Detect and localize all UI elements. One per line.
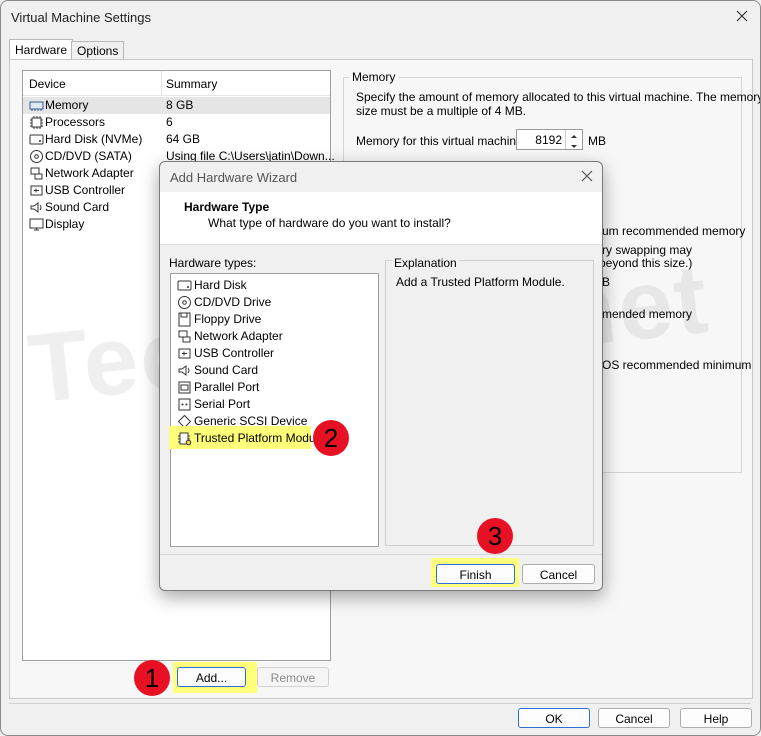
hardware-type-label: CD/DVD Drive [194, 295, 272, 309]
ok-button[interactable]: OK [518, 708, 590, 728]
column-header-device[interactable]: Device [29, 77, 66, 91]
wizard-header: Hardware Type What type of hardware do y… [160, 192, 602, 245]
wizard-cancel-button[interactable]: Cancel [522, 564, 595, 584]
sound-card-icon [178, 365, 190, 376]
device-name: Memory [45, 98, 89, 112]
wizard-divider [160, 554, 602, 555]
network-adapter-icon [178, 330, 191, 343]
column-header-summary[interactable]: Summary [166, 77, 217, 91]
tab-hardware[interactable]: Hardware [9, 39, 74, 61]
device-summary: 64 GB [166, 132, 201, 146]
explanation-box [385, 260, 594, 546]
spin-down-button[interactable] [565, 140, 582, 149]
device-row-memory[interactable]: Memory 8 GB [23, 97, 330, 114]
cancel-button[interactable]: Cancel [598, 708, 670, 728]
hardware-type-label: USB Controller [194, 346, 275, 360]
device-summary: 6 [166, 115, 173, 129]
hardware-types-list[interactable]: Hard Disk CD/DVD Drive Floppy Drive Netw… [169, 273, 379, 547]
callout-badge-1: 1 [134, 660, 170, 696]
memory-spinbox[interactable]: 8192 [516, 129, 583, 150]
sound-card-icon [30, 202, 42, 213]
network-adapter-icon [30, 167, 43, 180]
hard-disk-icon [177, 280, 192, 291]
device-summary: 8 GB [166, 98, 194, 112]
finish-button[interactable]: Finish [436, 564, 515, 584]
hardware-type-label: Network Adapter [194, 329, 283, 343]
usb-icon [178, 348, 191, 359]
device-name: Hard Disk (NVMe) [45, 132, 143, 146]
title-bar[interactable]: Virtual Machine Settings [1, 1, 760, 33]
parallel-port-icon [178, 381, 191, 394]
tab-options[interactable]: Options [71, 41, 125, 60]
memory-info-text: um recommended memory [602, 224, 746, 238]
memory-unit: MB [588, 134, 606, 148]
column-divider[interactable] [161, 71, 162, 95]
virtual-machine-settings-window: Virtual Machine Settings Hardware Option… [0, 0, 761, 736]
callout-badge-3: 3 [477, 518, 513, 554]
explanation-text: Add a Trusted Platform Module. [396, 275, 565, 289]
memory-info-text: OS recommended minimum [602, 358, 752, 372]
device-name: Network Adapter [45, 166, 134, 180]
callout-badge-2: 2 [313, 420, 349, 456]
memory-info-text: beyond this size.) [599, 256, 693, 270]
window-title: Virtual Machine Settings [11, 10, 151, 25]
footer-divider [9, 703, 751, 704]
memory-field-label: Memory for this virtual machine: [356, 134, 527, 148]
usb-icon [30, 185, 43, 196]
memory-description-line: size must be a multiple of 4 MB. [356, 104, 527, 118]
cd-dvd-icon [178, 296, 191, 309]
memory-info-text: B [602, 275, 611, 289]
memory-description-line: Specify the amount of memory allocated t… [356, 90, 761, 104]
remove-hardware-button[interactable]: Remove [257, 667, 329, 687]
device-row-hard-disk[interactable]: Hard Disk (NVMe) 64 GB [23, 131, 330, 148]
processor-icon [30, 116, 43, 129]
device-row-processors[interactable]: Processors 6 [23, 114, 330, 131]
hardware-type-label: Trusted Platform Module [194, 431, 325, 445]
wizard-title: Add Hardware Wizard [170, 170, 298, 185]
hardware-type-label: Serial Port [194, 397, 251, 411]
chevron-down-icon [571, 145, 577, 148]
hardware-type-label: Sound Card [194, 363, 259, 377]
device-name: Sound Card [45, 200, 110, 214]
display-icon [29, 218, 44, 231]
device-list-header: Device Summary [23, 71, 330, 96]
floppy-icon [178, 312, 191, 327]
hardware-type-label: Hard Disk [194, 278, 247, 292]
serial-port-icon [178, 398, 191, 411]
memory-info-text: ry swapping may [602, 243, 693, 257]
device-name: Processors [45, 115, 106, 129]
cd-dvd-icon [30, 150, 43, 163]
memory-value[interactable]: 8192 [535, 133, 562, 147]
memory-info-text: mended memory [602, 307, 693, 321]
close-icon[interactable] [580, 169, 594, 183]
help-button[interactable]: Help [680, 708, 752, 728]
hardware-type-label: Parallel Port [194, 380, 260, 394]
hardware-type-label: Floppy Drive [194, 312, 262, 326]
add-hardware-wizard-dialog: Add Hardware Wizard Hardware Type What t… [159, 161, 603, 591]
add-hardware-button[interactable]: Add... [177, 667, 246, 687]
device-name: USB Controller [45, 183, 126, 197]
hardware-types-label: Hardware types: [169, 256, 257, 270]
wizard-heading: Hardware Type [184, 200, 270, 214]
memory-group-label: Memory [349, 70, 399, 84]
close-icon[interactable] [734, 8, 750, 24]
hard-disk-icon [29, 134, 44, 145]
memory-icon [29, 101, 44, 111]
device-name: Display [45, 217, 85, 231]
spin-up-button[interactable] [565, 130, 582, 139]
device-name: CD/DVD (SATA) [45, 149, 132, 163]
tpm-icon [178, 432, 192, 446]
explanation-label: Explanation [392, 256, 459, 270]
wizard-subheading: What type of hardware do you want to ins… [208, 216, 451, 230]
